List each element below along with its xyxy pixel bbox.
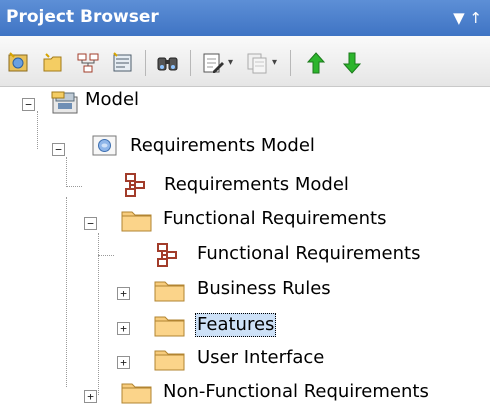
tree-item-label: Requirements Model — [130, 135, 315, 156]
diagram-icon — [124, 173, 146, 197]
move-up-icon[interactable] — [304, 51, 328, 75]
project-tree: − Model − Requirements Model Requirement… — [0, 87, 490, 410]
tree-connector — [66, 186, 82, 187]
toolbar-separator — [290, 50, 291, 76]
toolbar: ▾ ▾ — [0, 36, 490, 87]
tree-connector — [98, 233, 99, 395]
edit-document-icon[interactable] — [201, 51, 225, 75]
tree-item-label: Model — [85, 89, 140, 110]
expand-toggle[interactable]: + — [84, 390, 97, 403]
panel-title: Project Browser — [6, 7, 159, 27]
copy-dropdown-arrow[interactable]: ▾ — [272, 57, 277, 68]
new-element-icon[interactable] — [111, 51, 135, 75]
new-model-icon[interactable] — [6, 51, 30, 75]
edit-dropdown-arrow[interactable]: ▾ — [228, 57, 233, 68]
new-diagram-icon[interactable] — [76, 51, 100, 75]
new-package-icon[interactable] — [42, 51, 66, 75]
folder-icon — [121, 380, 153, 404]
toolbar-separator — [190, 50, 191, 76]
move-down-icon[interactable] — [340, 51, 364, 75]
model-root-icon — [50, 89, 80, 115]
folder-icon — [154, 313, 186, 337]
tree-connector — [37, 111, 38, 149]
diagram-icon — [156, 243, 178, 267]
expand-toggle[interactable]: + — [117, 322, 130, 335]
panel-menu-and-pin-icon[interactable]: ▼ ↑ — [453, 9, 482, 27]
copy-icon[interactable] — [245, 51, 269, 75]
tree-item-label: Functional Requirements — [197, 243, 421, 264]
pin-icon[interactable]: ↑ — [469, 9, 482, 27]
folder-icon — [154, 347, 186, 371]
collapse-toggle[interactable]: − — [22, 98, 35, 111]
collapse-toggle[interactable]: − — [84, 217, 97, 230]
tree-item-label: Business Rules — [197, 278, 331, 299]
collapse-toggle[interactable]: − — [52, 143, 65, 156]
tree-item-label: Non-Functional Requirements — [163, 381, 429, 402]
panel-menu-arrow[interactable]: ▼ — [453, 9, 465, 27]
expand-toggle[interactable]: + — [117, 356, 130, 369]
tree-item-label: Requirements Model — [164, 174, 349, 195]
toolbar-separator — [145, 50, 146, 76]
find-icon[interactable] — [156, 51, 180, 75]
tree-item-label-selected: Features — [195, 313, 277, 337]
tree-connector — [66, 197, 67, 387]
folder-icon — [121, 208, 153, 232]
folder-icon — [154, 278, 186, 302]
tree-item-label: User Interface — [197, 347, 325, 368]
tree-connector — [98, 255, 114, 256]
expand-toggle[interactable]: + — [117, 287, 130, 300]
view-package-icon — [92, 134, 118, 158]
tree-item-label: Functional Requirements — [163, 208, 387, 229]
tree-connector — [66, 157, 67, 187]
panel-title-bar: Project Browser ▼ ↑ — [0, 0, 490, 36]
